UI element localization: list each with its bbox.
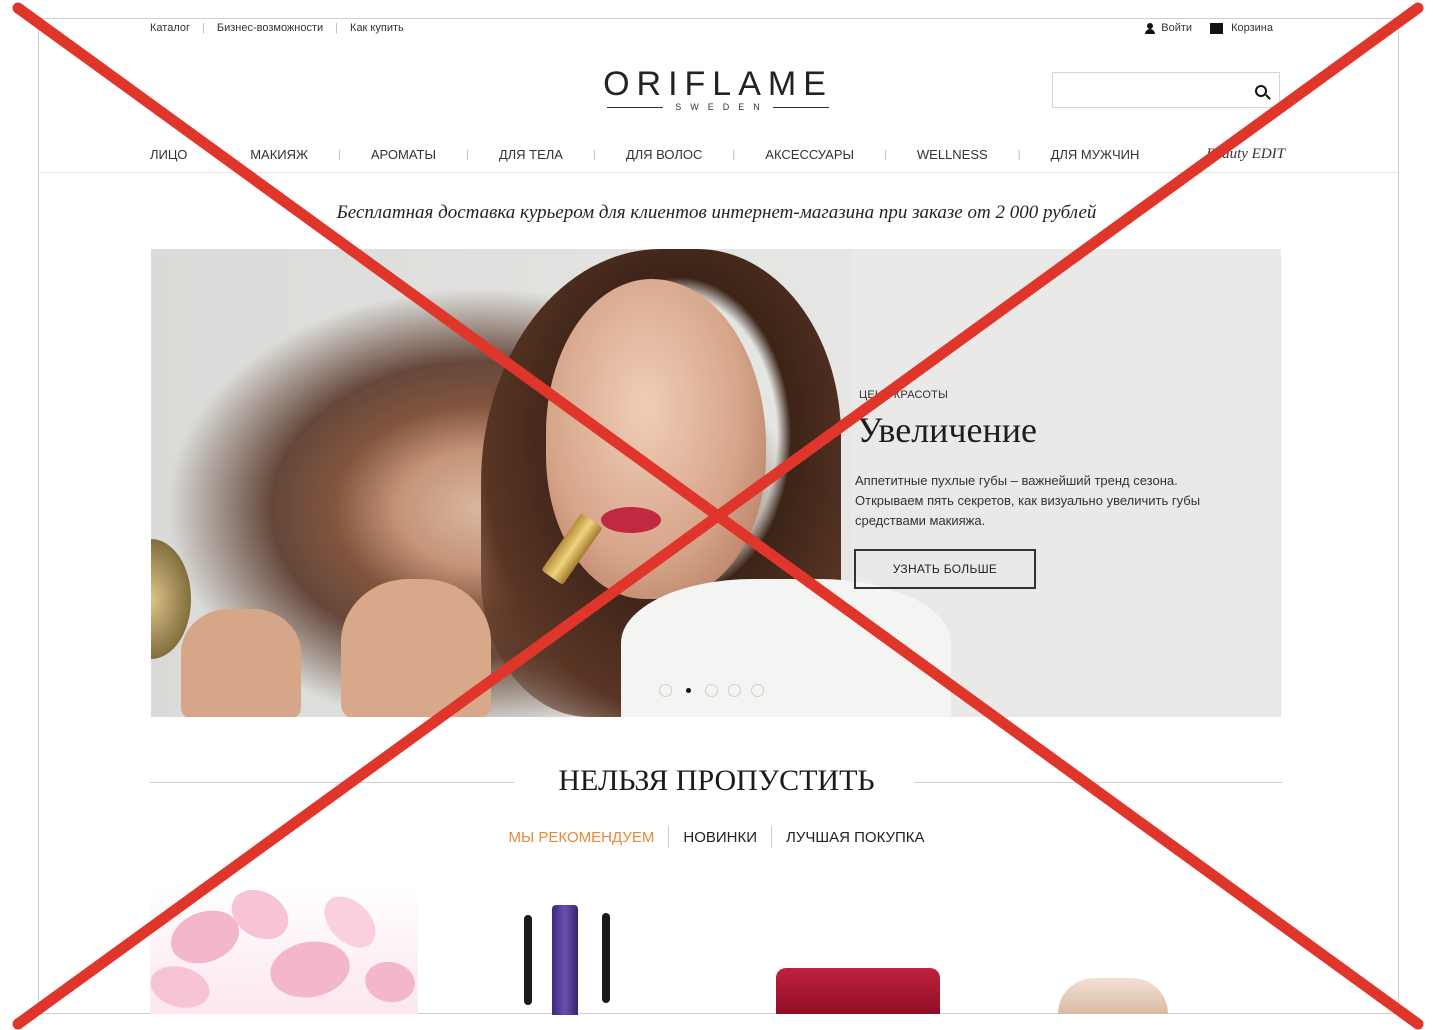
separator: | [465, 148, 469, 161]
mascara-wand [602, 913, 610, 1003]
main-nav: ЛИЦО | МАКИЯЖ | АРОМАТЫ | ДЛЯ ТЕЛА | ДЛЯ… [150, 146, 1285, 163]
tab-best-buy[interactable]: ЛУЧШАЯ ПОКУПКА [772, 829, 939, 846]
hero-image [151, 249, 951, 717]
carousel-dots [659, 684, 774, 697]
separator: | [884, 148, 887, 161]
search-box [1052, 72, 1280, 108]
separator: | [338, 148, 341, 161]
nav-item-men[interactable]: ДЛЯ МУЖЧИН [1051, 147, 1140, 162]
separator: | [732, 148, 736, 161]
petal [150, 959, 215, 1014]
separator: | [202, 22, 205, 34]
section-tabs: МЫ РЕКОМЕНДУЕМ НОВИНКИ ЛУЧШАЯ ПОКУПКА [0, 826, 1433, 848]
nav-item-beauty-edit[interactable]: Beauty EDIT [1206, 146, 1285, 163]
catalog-link[interactable]: Каталог [150, 22, 190, 34]
product-image-mascara[interactable] [520, 905, 620, 1015]
nav-item-hair[interactable]: ДЛЯ ВОЛОС [626, 147, 703, 162]
product-image-bottle[interactable] [1058, 978, 1168, 1014]
logo-name: ORIFLAME [603, 65, 833, 103]
tab-recommended[interactable]: МЫ РЕКОМЕНДУЕМ [494, 829, 668, 846]
petal [265, 935, 355, 1004]
hero-carousel[interactable]: ЦЕНА КРАСОТЫ Увеличение Аппетитные пухлы… [151, 249, 1281, 717]
carousel-dot[interactable] [705, 684, 718, 697]
divider [772, 106, 829, 108]
hero-title: Увеличение [857, 410, 1038, 450]
petal [361, 957, 418, 1007]
product-image-jar[interactable] [776, 968, 940, 1014]
separator: | [592, 148, 596, 161]
hero-description: Аппетитные пухлые губы – важнейший тренд… [855, 473, 1201, 528]
nav-item-body[interactable]: ДЛЯ ТЕЛА [499, 147, 563, 162]
carousel-dot[interactable] [751, 684, 764, 697]
login-label: Войти [1161, 22, 1193, 34]
logo-subtitle: SWEDEN [675, 102, 769, 112]
search-input[interactable] [1053, 73, 1259, 107]
login-link[interactable]: Войти [1145, 22, 1192, 34]
hero-eyebrow: ЦЕНА КРАСОТЫ [859, 389, 949, 401]
hero-image-hand [181, 609, 301, 717]
section-rule [914, 782, 1282, 783]
mascara-wand [524, 915, 532, 1005]
nav-item-wellness[interactable]: WELLNESS [917, 147, 988, 162]
logo-subtitle-row: SWEDEN [598, 102, 838, 112]
divider [607, 106, 664, 108]
separator: | [335, 22, 339, 34]
nav-item-face[interactable]: ЛИЦО [150, 147, 187, 162]
account-links: Войти Корзина [1127, 22, 1273, 34]
separator: | [1017, 148, 1021, 161]
promo-banner-text: Бесплатная доставка курьером для клиенто… [336, 202, 1097, 223]
nav-divider [39, 172, 1398, 173]
cart-icon [1210, 22, 1224, 34]
hero-image-hand [341, 579, 491, 717]
nav-item-fragrances[interactable]: АРОМАТЫ [371, 147, 436, 162]
how-to-buy-link[interactable]: Как купить [350, 22, 404, 34]
nav-item-accessories[interactable]: АКСЕССУАРЫ [765, 147, 854, 162]
business-link[interactable]: Бизнес-возможности [217, 22, 323, 34]
hero-image-lips [601, 507, 661, 533]
carousel-dot[interactable] [659, 684, 672, 697]
carousel-dot-active[interactable] [682, 684, 695, 697]
utility-links: Каталог | Бизнес-возможности | Как купит… [150, 22, 404, 34]
cart-label: Корзина [1231, 22, 1273, 34]
learn-more-button[interactable]: УЗНАТЬ БОЛЬШЕ [854, 549, 1036, 589]
section-title: НЕЛЬЗЯ ПРОПУСТИТЬ [558, 764, 875, 797]
user-icon [1145, 22, 1156, 34]
mascara-tube [552, 905, 578, 1015]
carousel-dot[interactable] [728, 684, 741, 697]
site-logo[interactable]: ORIFLAME SWEDEN [598, 66, 838, 112]
search-icon[interactable] [1255, 85, 1267, 97]
separator: | [217, 148, 221, 161]
tab-new[interactable]: НОВИНКИ [669, 829, 771, 846]
cart-link[interactable]: Корзина [1210, 22, 1273, 34]
nav-item-makeup[interactable]: МАКИЯЖ [250, 147, 308, 162]
product-image-flowers[interactable] [150, 882, 418, 1014]
